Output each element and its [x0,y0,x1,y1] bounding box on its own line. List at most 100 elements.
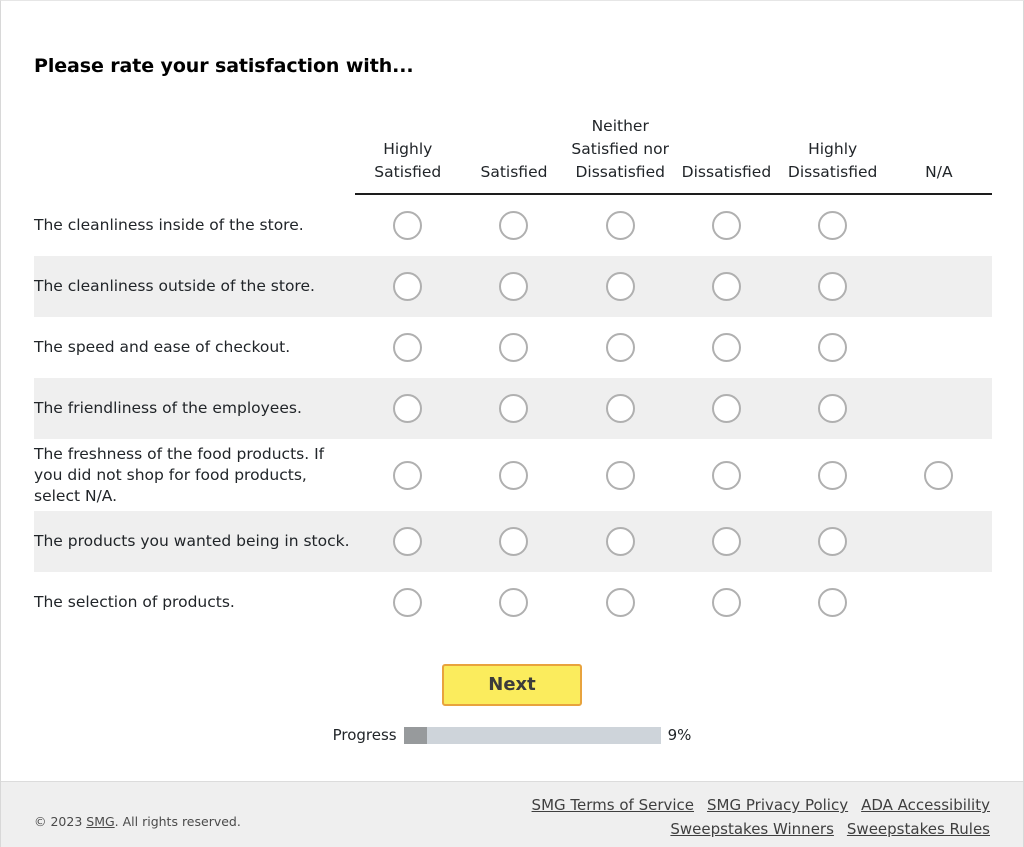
option-cell [886,439,992,511]
page-title: Please rate your satisfaction with... [34,55,414,77]
radio-button[interactable] [924,460,954,490]
radio-button[interactable] [499,588,529,617]
option-cell [673,194,779,256]
next-button[interactable]: Next [442,664,582,706]
option-cell [461,572,567,633]
radio-button[interactable] [393,394,423,423]
matrix-body: The cleanliness inside of the store. The … [34,194,992,633]
option-cell [461,194,567,256]
radio-button[interactable] [605,333,635,362]
footer-link-ada-accessibility[interactable]: ADA Accessibility [861,796,990,814]
footer-links-row-2: Sweepstakes Winners Sweepstakes Rules [519,817,990,841]
table-row: The speed and ease of checkout. [34,317,992,378]
radio-button[interactable] [818,211,848,240]
radio-button[interactable] [605,211,635,240]
copyright-suffix: . All rights reserved. [114,814,241,829]
footer-link-sweepstakes-winners[interactable]: Sweepstakes Winners [670,820,834,838]
row-label: The freshness of the food products. If y… [34,444,325,505]
progress-bar [403,726,661,744]
radio-button[interactable] [711,527,741,556]
radio-button[interactable] [818,333,848,362]
option-cell [461,439,567,511]
option-cell [673,317,779,378]
radio-button[interactable] [393,211,423,240]
radio-button[interactable] [818,460,848,490]
option-cell [885,378,992,439]
option-cell [461,317,567,378]
table-row: The selection of products. [34,572,992,633]
option-cell [460,378,568,439]
radio-button[interactable] [605,527,635,556]
footer-link-terms-of-service[interactable]: SMG Terms of Service [532,796,694,814]
option-cell [460,511,568,572]
column-header-highly-satisfied: Highly Satisfied [354,115,461,195]
radio-button[interactable] [393,588,423,617]
radio-button[interactable] [393,527,423,556]
radio-button[interactable] [499,527,529,556]
row-label: The speed and ease of checkout. [34,338,291,356]
row-label: The cleanliness inside of the store. [34,216,304,234]
option-cell [673,572,779,633]
radio-button[interactable] [711,588,741,617]
footer-links-row-1: SMG Terms of Service SMG Privacy Policy AD… [519,793,990,817]
option-cell [567,378,674,439]
radio-button[interactable] [711,460,741,490]
option-cell [567,194,673,256]
radio-button[interactable] [818,394,848,423]
option-cell [780,439,886,511]
option-cell [780,572,886,633]
option-cell [779,511,886,572]
option-cell [354,511,461,572]
radio-button[interactable] [605,460,635,490]
radio-button[interactable] [499,211,529,240]
radio-button[interactable] [393,272,423,301]
column-header-neither: Neither Satisfied nor Dissatisfied [567,115,674,195]
radio-button[interactable] [393,333,423,362]
option-cell [567,317,673,378]
row-label: The cleanliness outside of the store. [34,256,355,317]
radio-button[interactable] [499,272,529,301]
row-label: The products you wanted being in stock. [34,511,355,572]
radio-button[interactable] [393,460,423,490]
column-header-dissatisfied: Dissatisfied [673,115,780,195]
radio-button[interactable] [818,588,848,617]
option-cell [779,378,886,439]
radio-button[interactable] [605,272,635,301]
radio-button[interactable] [711,211,741,240]
option-cell [567,439,673,511]
option-cell [355,317,461,378]
radio-button[interactable] [499,394,529,423]
radio-button[interactable] [499,460,529,490]
footer-link-sweepstakes-rules[interactable]: Sweepstakes Rules [847,820,990,838]
option-cell [354,378,461,439]
option-cell [779,256,886,317]
option-cell [355,439,461,511]
footer-link-privacy-policy[interactable]: SMG Privacy Policy [707,796,848,814]
option-cell [885,511,992,572]
progress-bar-fill [403,726,427,744]
survey-page: Please rate your satisfaction with... Hi… [0,0,1024,847]
option-cell [354,256,461,317]
radio-button[interactable] [499,333,529,362]
radio-button[interactable] [605,394,635,423]
copyright-prefix: © 2023 [34,814,87,829]
smg-link[interactable]: SMG [86,814,114,829]
radio-button[interactable] [711,394,741,423]
radio-button[interactable] [818,527,848,556]
option-cell [673,511,780,572]
radio-button[interactable] [605,588,635,617]
progress-percent-text: 9% [667,726,692,744]
option-cell [567,256,674,317]
column-header-highly-dissatisfied: Highly Dissatisfied [779,115,886,195]
progress-container: Progress 9% [34,726,990,744]
radio-button[interactable] [711,272,741,301]
matrix-header-blank [34,115,355,194]
option-cell [780,317,886,378]
radio-button[interactable] [711,333,741,362]
option-cell [673,378,780,439]
table-row: The cleanliness outside of the store. [34,256,992,317]
option-cell [886,572,992,633]
radio-button[interactable] [818,272,848,301]
row-label: The friendliness of the employees. [34,378,355,439]
row-label: The selection of products. [34,593,235,611]
